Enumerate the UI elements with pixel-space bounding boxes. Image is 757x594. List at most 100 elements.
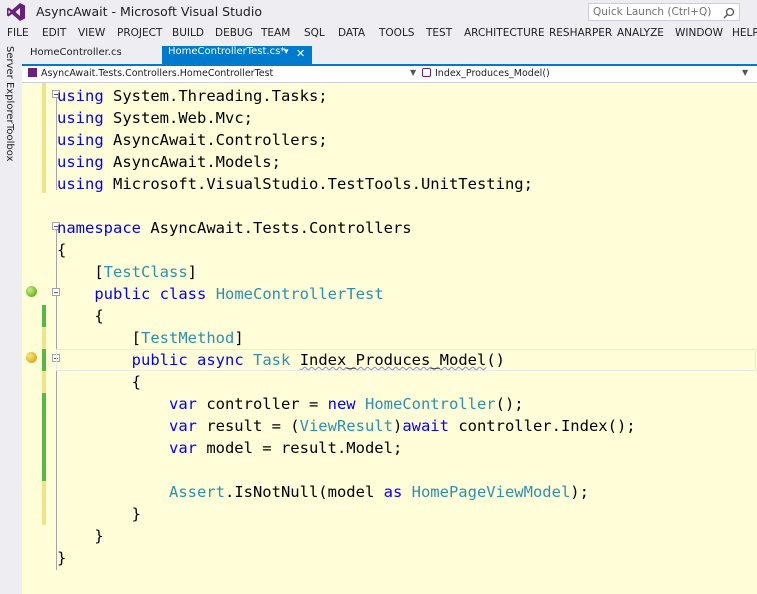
code-line[interactable]: [TestMethod] [57, 327, 244, 349]
menu-view[interactable]: VIEW [78, 27, 105, 39]
test-status-icon[interactable] [26, 352, 37, 363]
code-token: AsyncAwait.Tests.Controllers [141, 219, 412, 237]
change-marker-saved [42, 393, 46, 481]
menu-resharper[interactable]: RESHARPER [549, 27, 612, 39]
chevron-down-icon[interactable]: ▼ [410, 68, 416, 77]
code-line[interactable]: var result = (ViewResult)await controlle… [57, 415, 636, 437]
menu-test[interactable]: TEST [426, 27, 452, 39]
change-marker-unsaved [42, 83, 46, 193]
code-line[interactable]: [TestClass] [57, 261, 197, 283]
menu-edit[interactable]: EDIT [42, 27, 66, 39]
keyword-token: namespace [57, 219, 141, 237]
code-token: System.Web.Mvc; [103, 109, 253, 127]
menu-project[interactable]: PROJECT [117, 27, 162, 39]
code-line[interactable]: Assert.IsNotNull(model as HomePageViewMo… [57, 481, 589, 503]
class-path: AsyncAwait.Tests.Controllers.HomeControl… [41, 68, 274, 79]
code-token: AsyncAwait.Controllers; [103, 131, 328, 149]
navigation-bar: AsyncAwait.Tests.Controllers.HomeControl… [22, 66, 757, 83]
code-line[interactable]: using System.Web.Mvc; [57, 107, 253, 129]
menu-sql[interactable]: SQL [304, 27, 325, 39]
change-marker-unsaved [42, 327, 46, 349]
code-line[interactable]: namespace AsyncAwait.Tests.Controllers [57, 217, 412, 239]
menu-analyze[interactable]: ANALYZE [617, 27, 664, 39]
pin-icon[interactable]: ▾ [284, 47, 289, 57]
code-line[interactable]: public class HomeControllerTest [57, 283, 384, 305]
menu-architecture[interactable]: ARCHITECTURE [464, 27, 545, 39]
indicator-margin [22, 83, 42, 594]
quick-launch-placeholder: Quick Launch (Ctrl+Q) [593, 6, 712, 18]
menu-tools[interactable]: TOOLS [379, 27, 414, 39]
menu-file[interactable]: FILE [7, 27, 29, 39]
window-title: AsyncAwait - Microsoft Visual Studio [36, 4, 262, 19]
code-token: ) [392, 417, 403, 435]
code-token: } [57, 549, 67, 567]
code-token: .IsNotNull(model [224, 483, 384, 501]
code-line[interactable]: using AsyncAwait.Models; [57, 151, 281, 173]
code-line[interactable]: using System.Threading.Tasks; [57, 85, 328, 107]
keyword-token: public [94, 285, 151, 303]
keyword-token: async [197, 351, 244, 369]
class-dropdown[interactable]: AsyncAwait.Tests.Controllers.HomeControl… [28, 68, 273, 79]
type-token: HomeControllerTest [215, 285, 384, 303]
code-token: controller.Index(); [448, 417, 636, 435]
keyword-token: public [131, 351, 188, 369]
code-token: result = ( [196, 417, 300, 435]
code-line[interactable]: var controller = new HomeController(); [57, 393, 524, 415]
close-icon[interactable]: ✕ [296, 47, 305, 60]
menu-data[interactable]: DATA [338, 27, 365, 39]
menu-help[interactable]: HELP [732, 27, 757, 39]
code-token: ] [234, 329, 244, 347]
code-token: ] [187, 263, 198, 281]
type-token: ViewResult [299, 417, 393, 435]
code-token: Microsoft.VisualStudio.TestTools.UnitTes… [103, 175, 533, 193]
code-line[interactable]: { [57, 305, 103, 327]
menu-debug[interactable]: DEBUG [215, 27, 253, 39]
menu-window[interactable]: WINDOW [675, 27, 723, 39]
test-passed-icon[interactable] [26, 286, 37, 297]
tab-label: HomeControllerTest.cs* [168, 46, 286, 57]
keyword-token: using [57, 153, 104, 171]
code-editor[interactable]: using System.Threading.Tasks; using Syste… [22, 83, 757, 594]
server-explorer-tab[interactable]: Server Explorer [4, 46, 15, 124]
side-tool-strip: Server Explorer Toolbox [0, 44, 22, 594]
tab-homecontrollertest[interactable]: HomeControllerTest.cs* ▾ ✕ [162, 46, 312, 64]
menu-team[interactable]: TEAM [261, 27, 290, 39]
code-line[interactable]: using AsyncAwait.Controllers; [57, 129, 328, 151]
quick-launch-input[interactable]: Quick Launch (Ctrl+Q) [588, 3, 740, 21]
code-token: () [486, 351, 505, 369]
keyword-token: using [57, 109, 104, 127]
code-line[interactable]: var model = result.Model; [57, 437, 402, 459]
code-line[interactable]: { [57, 371, 141, 393]
code-line[interactable]: using Microsoft.VisualStudio.TestTools.U… [57, 173, 533, 195]
type-token: TestMethod [141, 329, 235, 347]
code-line[interactable]: } [57, 547, 66, 569]
search-icon [723, 7, 735, 19]
code-line[interactable]: } [57, 503, 141, 525]
toolbox-tab[interactable]: Toolbox [4, 124, 15, 162]
method-icon [422, 68, 431, 77]
member-dropdown[interactable]: Index_Produces_Model() [422, 68, 550, 79]
code-line[interactable]: { [57, 239, 66, 261]
type-token: Task [253, 351, 291, 369]
keyword-token: var [168, 439, 197, 457]
type-token: HomeController [364, 395, 496, 413]
change-marker-unsaved [42, 371, 46, 393]
code-line[interactable]: } [57, 525, 103, 547]
chevron-down-icon[interactable]: ▼ [742, 68, 748, 77]
tab-homecontroller[interactable]: HomeController.cs [24, 47, 138, 64]
type-token: HomePageViewModel [411, 483, 571, 501]
code-token: { [57, 241, 67, 259]
class-icon [28, 68, 37, 77]
code-token: (); [495, 395, 524, 413]
code-token: model = result.Model; [196, 439, 403, 457]
menu-build[interactable]: BUILD [172, 27, 204, 39]
code-line[interactable]: public async Task Index_Produces_Model() [57, 349, 505, 371]
